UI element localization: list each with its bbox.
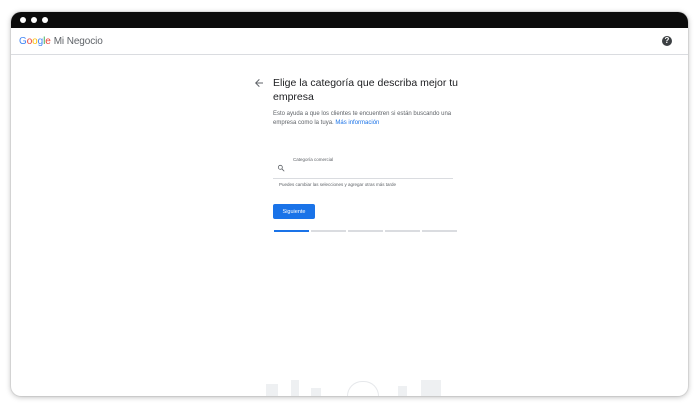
- page-title: Elige la categoría que describa mejor tu…: [273, 77, 459, 103]
- field-helper-text: Puedes cambiar las selecciones y agregar…: [279, 182, 397, 187]
- search-icon: [277, 164, 285, 172]
- window-minimize-dot[interactable]: [31, 17, 37, 23]
- category-step: Elige la categoría que describa mejor tu…: [253, 76, 458, 232]
- google-wordmark: Google: [19, 36, 51, 47]
- step-progress: [274, 230, 457, 232]
- learn-more-link[interactable]: Más información: [335, 120, 379, 126]
- category-field-label: Categoría comercial: [293, 157, 334, 162]
- progress-segment: [348, 230, 383, 232]
- window-titlebar: [11, 12, 688, 28]
- progress-segment: [385, 230, 420, 232]
- product-name: Mi Negocio: [53, 35, 103, 47]
- help-icon[interactable]: ?: [662, 36, 672, 46]
- logo-letter: e: [45, 35, 51, 47]
- google-mi-negocio-logo[interactable]: Google Mi Negocio: [19, 36, 103, 47]
- next-button[interactable]: Siguiente: [273, 204, 315, 219]
- step-description: Esto ayuda a que los clientes te encuent…: [273, 110, 453, 128]
- progress-segment: [311, 230, 346, 232]
- background-illustration: [11, 378, 688, 396]
- browser-window: Google Mi Negocio ? Elige la categoría q…: [11, 12, 688, 396]
- logo-letter: G: [19, 35, 27, 47]
- category-field[interactable]: Categoría comercial: [273, 156, 453, 179]
- progress-segment: [274, 230, 309, 232]
- progress-segment: [422, 230, 457, 232]
- arrow-left-icon[interactable]: [253, 77, 265, 89]
- app-header: Google Mi Negocio ?: [11, 28, 688, 55]
- window-maximize-dot[interactable]: [42, 17, 48, 23]
- window-close-dot[interactable]: [20, 17, 26, 23]
